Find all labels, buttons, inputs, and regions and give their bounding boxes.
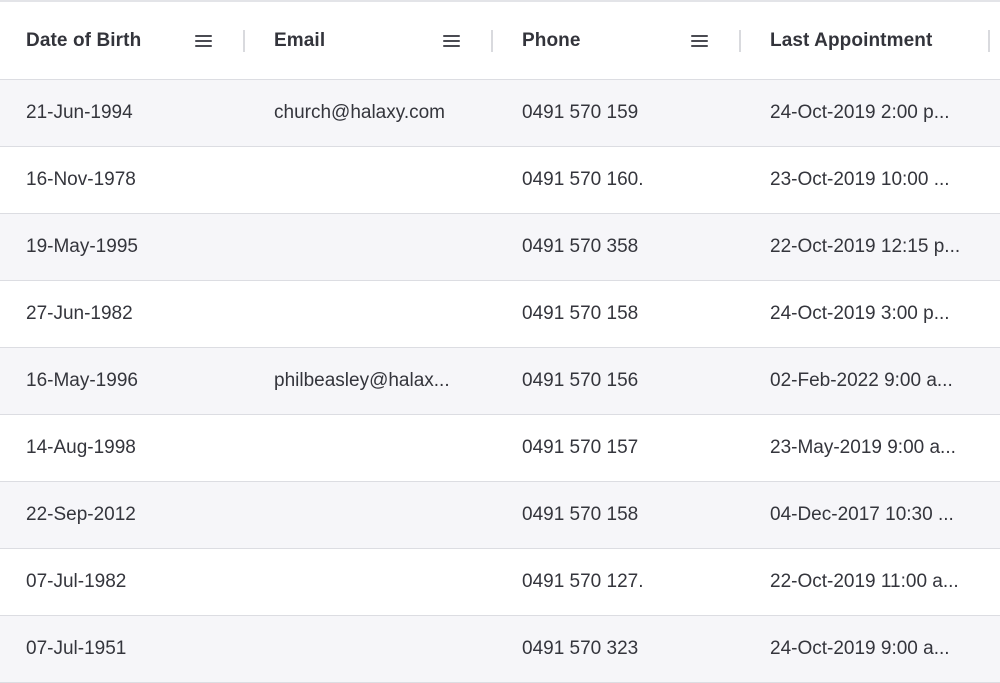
column-resize-handle[interactable] bbox=[491, 29, 493, 52]
cell-phone-text: 0491 570 158 bbox=[522, 504, 639, 525]
cell-date-of-birth: 16-Nov-1978 bbox=[0, 147, 248, 213]
column-header-label[interactable]: Last Appointment bbox=[770, 30, 932, 52]
cell-date-of-birth: 07-Jul-1982 bbox=[0, 549, 248, 615]
cell-date-of-birth-text: 16-Nov-1978 bbox=[26, 169, 136, 190]
column-resize-handle[interactable] bbox=[739, 29, 741, 52]
cell-phone: 0491 570 323 bbox=[496, 616, 744, 682]
cell-last-appointment: 24-Oct-2019 3:00 p... bbox=[744, 281, 1000, 347]
cell-last-appointment: 24-Oct-2019 2:00 p... bbox=[744, 80, 1000, 146]
cell-last-appointment-text: 24-Oct-2019 9:00 a... bbox=[770, 638, 950, 659]
cell-phone-text: 0491 570 156 bbox=[522, 370, 639, 391]
cell-date-of-birth: 27-Jun-1982 bbox=[0, 281, 248, 347]
column-resize-handle[interactable] bbox=[243, 29, 245, 52]
cell-last-appointment: 24-Oct-2019 9:00 a... bbox=[744, 616, 1000, 682]
column-menu-icon[interactable] bbox=[194, 33, 214, 49]
cell-phone-text: 0491 570 158 bbox=[522, 303, 639, 324]
cell-last-appointment-text: 24-Oct-2019 3:00 p... bbox=[770, 303, 950, 324]
column-header-label[interactable]: Email bbox=[274, 30, 325, 52]
cell-phone: 0491 570 158 bbox=[496, 281, 744, 347]
cell-email-text: philbeasley@halax... bbox=[274, 370, 450, 391]
table-row[interactable]: 16-Nov-1978 0491 570 160. 23-Oct-2019 10:0… bbox=[0, 147, 1000, 214]
table-row[interactable]: 27-Jun-1982 0491 570 158 24-Oct-2019 3:00 … bbox=[0, 281, 1000, 348]
column-menu-icon[interactable] bbox=[690, 33, 710, 49]
column-header-phone[interactable]: Phone bbox=[496, 2, 744, 79]
cell-email bbox=[248, 482, 496, 548]
table-row[interactable]: 21-Jun-1994 church@halaxy.com 0491 570 159… bbox=[0, 80, 1000, 147]
cell-last-appointment: 23-Oct-2019 10:00 ... bbox=[744, 147, 1000, 213]
cell-email: philbeasley@halax... bbox=[248, 348, 496, 414]
cell-email bbox=[248, 549, 496, 615]
cell-phone: 0491 570 127. bbox=[496, 549, 744, 615]
table-row[interactable]: 22-Sep-2012 0491 570 158 04-Dec-2017 10:30… bbox=[0, 482, 1000, 549]
cell-phone-text: 0491 570 127. bbox=[522, 571, 644, 592]
cell-date-of-birth-text: 07-Jul-1951 bbox=[26, 638, 127, 659]
cell-date-of-birth: 19-May-1995 bbox=[0, 214, 248, 280]
cell-last-appointment: 23-May-2019 9:00 a... bbox=[744, 415, 1000, 481]
grid-header-row: Date of Birth Email Phone Last Appointme… bbox=[0, 2, 1000, 80]
cell-phone-text: 0491 570 160. bbox=[522, 169, 644, 190]
cell-email bbox=[248, 415, 496, 481]
grid-body: 21-Jun-1994 church@halaxy.com 0491 570 159… bbox=[0, 80, 1000, 683]
column-menu-icon[interactable] bbox=[442, 33, 462, 49]
cell-date-of-birth-text: 21-Jun-1994 bbox=[26, 102, 133, 123]
cell-email bbox=[248, 616, 496, 682]
cell-last-appointment-text: 22-Oct-2019 12:15 p... bbox=[770, 236, 961, 257]
cell-date-of-birth: 22-Sep-2012 bbox=[0, 482, 248, 548]
cell-phone: 0491 570 160. bbox=[496, 147, 744, 213]
cell-phone: 0491 570 158 bbox=[496, 482, 744, 548]
patient-data-grid: Date of Birth Email Phone Last Appointme… bbox=[0, 0, 1000, 683]
cell-last-appointment: 22-Oct-2019 12:15 p... bbox=[744, 214, 1000, 280]
cell-email: church@halaxy.com bbox=[248, 80, 496, 146]
cell-date-of-birth: 07-Jul-1951 bbox=[0, 616, 248, 682]
cell-email-text: church@halaxy.com bbox=[274, 102, 445, 123]
table-row[interactable]: 16-May-1996 philbeasley@halax... 0491 570 … bbox=[0, 348, 1000, 415]
cell-email bbox=[248, 281, 496, 347]
table-row[interactable]: 19-May-1995 0491 570 358 22-Oct-2019 12:15… bbox=[0, 214, 1000, 281]
cell-date-of-birth-text: 19-May-1995 bbox=[26, 236, 138, 257]
cell-last-appointment-text: 22-Oct-2019 11:00 a... bbox=[770, 571, 959, 592]
cell-phone-text: 0491 570 159 bbox=[522, 102, 639, 123]
cell-phone-text: 0491 570 358 bbox=[522, 236, 639, 257]
cell-last-appointment-text: 23-Oct-2019 10:00 ... bbox=[770, 169, 950, 190]
column-resize-handle[interactable] bbox=[988, 29, 990, 52]
cell-phone: 0491 570 156 bbox=[496, 348, 744, 414]
column-header-date-of-birth[interactable]: Date of Birth bbox=[0, 2, 248, 79]
cell-date-of-birth-text: 27-Jun-1982 bbox=[26, 303, 133, 324]
table-row[interactable]: 14-Aug-1998 0491 570 157 23-May-2019 9:00 … bbox=[0, 415, 1000, 482]
cell-last-appointment-text: 23-May-2019 9:00 a... bbox=[770, 437, 956, 458]
table-row[interactable]: 07-Jul-1982 0491 570 127. 22-Oct-2019 11:0… bbox=[0, 549, 1000, 616]
cell-email bbox=[248, 147, 496, 213]
cell-last-appointment: 04-Dec-2017 10:30 ... bbox=[744, 482, 1000, 548]
cell-date-of-birth-text: 07-Jul-1982 bbox=[26, 571, 127, 592]
cell-phone-text: 0491 570 157 bbox=[522, 437, 639, 458]
column-header-label[interactable]: Phone bbox=[522, 30, 581, 52]
column-header-last-appointment[interactable]: Last Appointment bbox=[744, 2, 1000, 79]
cell-date-of-birth-text: 22-Sep-2012 bbox=[26, 504, 136, 525]
column-header-email[interactable]: Email bbox=[248, 2, 496, 79]
column-header-label[interactable]: Date of Birth bbox=[26, 30, 141, 52]
cell-last-appointment-text: 02-Feb-2022 9:00 a... bbox=[770, 370, 953, 391]
cell-last-appointment-text: 04-Dec-2017 10:30 ... bbox=[770, 504, 954, 525]
cell-email bbox=[248, 214, 496, 280]
cell-phone: 0491 570 358 bbox=[496, 214, 744, 280]
cell-date-of-birth: 21-Jun-1994 bbox=[0, 80, 248, 146]
cell-date-of-birth: 16-May-1996 bbox=[0, 348, 248, 414]
cell-phone: 0491 570 157 bbox=[496, 415, 744, 481]
cell-date-of-birth: 14-Aug-1998 bbox=[0, 415, 248, 481]
table-row[interactable]: 07-Jul-1951 0491 570 323 24-Oct-2019 9:00 … bbox=[0, 616, 1000, 683]
cell-last-appointment: 22-Oct-2019 11:00 a... bbox=[744, 549, 1000, 615]
cell-last-appointment: 02-Feb-2022 9:00 a... bbox=[744, 348, 1000, 414]
cell-phone-text: 0491 570 323 bbox=[522, 638, 639, 659]
cell-date-of-birth-text: 16-May-1996 bbox=[26, 370, 138, 391]
cell-last-appointment-text: 24-Oct-2019 2:00 p... bbox=[770, 102, 950, 123]
cell-date-of-birth-text: 14-Aug-1998 bbox=[26, 437, 136, 458]
cell-phone: 0491 570 159 bbox=[496, 80, 744, 146]
